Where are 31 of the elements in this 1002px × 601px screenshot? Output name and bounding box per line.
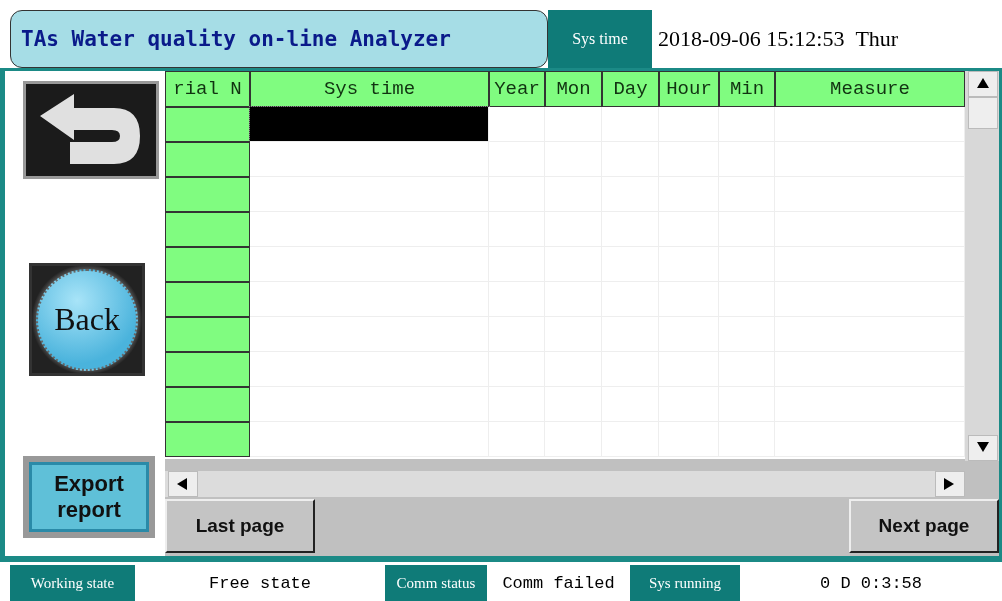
time-label: Sys time: [548, 10, 652, 68]
column-header: Measure: [775, 71, 965, 107]
column-header: Year: [489, 71, 545, 107]
status-value: 0 D 0:3:58: [819, 572, 923, 595]
back-button[interactable]: Back: [29, 263, 145, 376]
scroll-thumb[interactable]: [968, 97, 998, 129]
export-report-button[interactable]: Export report: [23, 456, 155, 538]
horizontal-scrollbar[interactable]: [165, 471, 965, 497]
date-time: 2018-09-06 15:12:53 Thur: [657, 25, 899, 53]
table-cell: [659, 107, 719, 142]
column-header: Sys time: [250, 71, 489, 107]
status-value: Comm failed: [501, 572, 616, 595]
table-cell: [489, 142, 545, 177]
table-cell: [545, 107, 602, 142]
column-header: Min: [719, 71, 775, 107]
vertical-scrollbar[interactable]: [965, 71, 999, 461]
column-header: Hour: [659, 71, 719, 107]
table-cell: [602, 107, 659, 142]
app-title: TAs Water quality on-line Analyzer: [10, 10, 548, 68]
next-page-button[interactable]: Next page: [849, 499, 999, 553]
last-page-button[interactable]: Last page: [165, 499, 315, 553]
column-header: Day: [602, 71, 659, 107]
table-cell: [719, 107, 775, 142]
status-value: Free state: [208, 572, 312, 595]
column-header: rial N: [165, 71, 250, 107]
return-button[interactable]: [23, 81, 159, 179]
table-cell: [489, 107, 545, 142]
status-label: Sys running: [630, 565, 740, 601]
status-label: Comm status: [385, 565, 487, 601]
status-label: Working state: [10, 565, 135, 601]
column-header: Mon: [545, 71, 602, 107]
